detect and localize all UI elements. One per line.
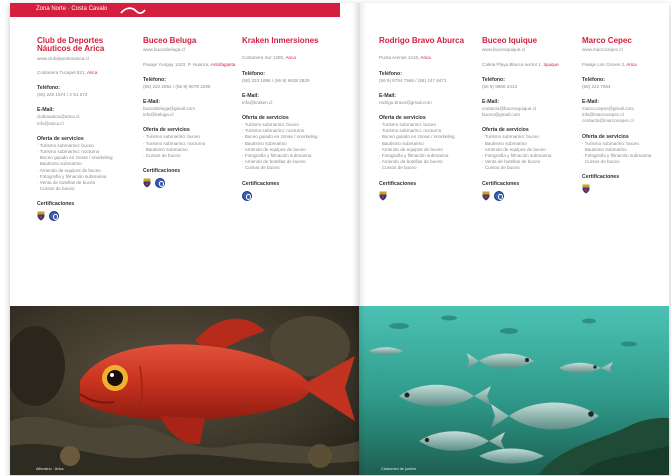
- photo-caption-right: Cardumen de jureles: [381, 467, 417, 471]
- listing-city: Arica: [420, 55, 431, 61]
- services-label: Oferta de servicios: [242, 114, 289, 121]
- listing-name: Buceo Beluga: [143, 36, 197, 45]
- services-list: · Turismo submarino: buceo · Turismo subm…: [242, 122, 338, 172]
- services-list: · Turismo submarino: buceo · Turismo subm…: [379, 122, 475, 172]
- magazine-spread: Zona Norte · Costa Cavalo Club de Deport…: [10, 3, 669, 475]
- red-fish-illustration: [10, 306, 359, 475]
- certifications-label: Certificaciones: [379, 180, 417, 187]
- shield-badge-icon: [37, 211, 45, 221]
- email-label: E-Mail:: [37, 107, 55, 114]
- dive-certification-icon: [49, 211, 59, 222]
- dive-certification-icon: [494, 190, 504, 201]
- photo-school-of-fish: Cardumen de jureles: [359, 306, 669, 475]
- services-list: · Turismo submarino: buceo · Turismo subm…: [37, 143, 133, 193]
- listing-address: Punta Arenas 1216,: [379, 55, 420, 61]
- listing-city: Iquique: [543, 61, 559, 67]
- service-item: · Cursos de buceo: [582, 159, 620, 165]
- listing-name: Kraken Inmersiones: [242, 36, 319, 45]
- services-list: · Turismo submarino: buceo · Bautismo sub…: [482, 134, 578, 171]
- certifications-label: Certificaciones: [582, 174, 620, 181]
- photo-red-fish: Alfonsino · Arica: [10, 306, 359, 475]
- listing-name: Club de Deportes Náuticos de Arica: [37, 36, 105, 54]
- phone-label: Teléfono:: [482, 76, 505, 83]
- phone-label: Teléfono:: [242, 70, 265, 77]
- service-item: · Cursos de buceo: [143, 152, 181, 158]
- shield-badge-icon: [582, 184, 590, 194]
- certification-badges: [143, 178, 239, 189]
- listing-column: Kraken Inmersiones Costanera Sur 1280, Ar…: [242, 36, 338, 201]
- services-label: Oferta de servicios: [482, 127, 529, 134]
- certifications-label: Certificaciones: [242, 180, 280, 187]
- listing-name: Buceo Iquique: [482, 36, 538, 45]
- certifications-label: Certificaciones: [37, 201, 75, 208]
- listing-address: Caleta Playa Blanca sector 1,: [482, 61, 543, 67]
- shield-badge-icon: [379, 191, 387, 201]
- certifications-label: Certificaciones: [143, 168, 181, 175]
- listing-city: Arica: [626, 61, 637, 67]
- section-header-title: Zona Norte · Costa Cavalo: [36, 6, 108, 12]
- listing-column: Buceo Iquique www.buceoiquique.cl Caleta P…: [482, 36, 578, 201]
- certification-badges: [37, 211, 133, 222]
- email-label: E-Mail:: [143, 98, 161, 105]
- listing-city: Arica: [285, 55, 296, 61]
- service-item: · Cursos de buceo: [242, 165, 280, 171]
- listing-address: Costanera Sur 1280,: [242, 55, 285, 61]
- certifications-label: Certificaciones: [482, 180, 520, 187]
- listing-city: Arica: [86, 69, 98, 75]
- services-label: Oferta de servicios: [37, 135, 84, 142]
- shield-badge-icon: [143, 178, 151, 188]
- services-list: · Turismo submarino: buceo · Bautismo sub…: [582, 141, 669, 166]
- certification-badges: [379, 191, 475, 201]
- phone-label: Teléfono:: [582, 76, 605, 83]
- email-label: E-Mail:: [582, 98, 600, 105]
- phone-label: Teléfono:: [143, 76, 166, 83]
- listing-city: Antofagasta: [210, 61, 236, 67]
- service-item: · Cursos de buceo: [482, 165, 520, 171]
- service-item: · Cursos de buceo: [37, 186, 75, 192]
- certification-badges: [582, 184, 669, 194]
- phone-label: Teléfono:: [37, 85, 60, 92]
- certification-badges: [242, 190, 338, 201]
- listing-column: Club de Deportes Náuticos de Arica www.cl…: [37, 36, 133, 222]
- listing-name: Rodrigo Bravo Aburca: [379, 36, 465, 45]
- services-label: Oferta de servicios: [379, 114, 426, 121]
- shield-badge-icon: [482, 191, 490, 201]
- listing-address: Pasaje Los Cisnes 3,: [582, 61, 626, 67]
- dive-certification-icon: [155, 178, 165, 189]
- wave-logo-icon: [120, 7, 146, 15]
- email-label: E-Mail:: [379, 92, 397, 99]
- listing-name: Marco Cepec: [582, 36, 632, 45]
- services-list: · Turismo submarino: buceo · Turismo subm…: [143, 134, 239, 159]
- email-label: E-Mail:: [242, 92, 260, 99]
- services-label: Oferta de servicios: [582, 133, 629, 140]
- service-item: · Cursos de buceo: [379, 165, 417, 171]
- listing-column: Buceo Beluga www.buceobeluga.cl Pasaje Yun…: [143, 36, 239, 189]
- listing-address: Pasaje Yungay 1423, P. Huanca,: [143, 61, 210, 67]
- listing-column: Marco Cepec www.marcocepec.cl Pasaje Los C…: [582, 36, 669, 194]
- services-label: Oferta de servicios: [143, 127, 190, 134]
- section-header-bar: Zona Norte · Costa Cavalo: [10, 3, 340, 17]
- listing-address: Costanera Tucapel 821,: [37, 69, 86, 75]
- dive-certification-icon: [242, 190, 252, 201]
- email-label: E-Mail:: [482, 98, 500, 105]
- listing-column: Rodrigo Bravo Aburca Punta Arenas 1216, A…: [379, 36, 475, 201]
- school-of-fish-illustration: [359, 306, 669, 475]
- phone-label: Teléfono:: [379, 70, 402, 77]
- certification-badges: [482, 190, 578, 201]
- photo-caption-left: Alfonsino · Arica: [36, 467, 64, 471]
